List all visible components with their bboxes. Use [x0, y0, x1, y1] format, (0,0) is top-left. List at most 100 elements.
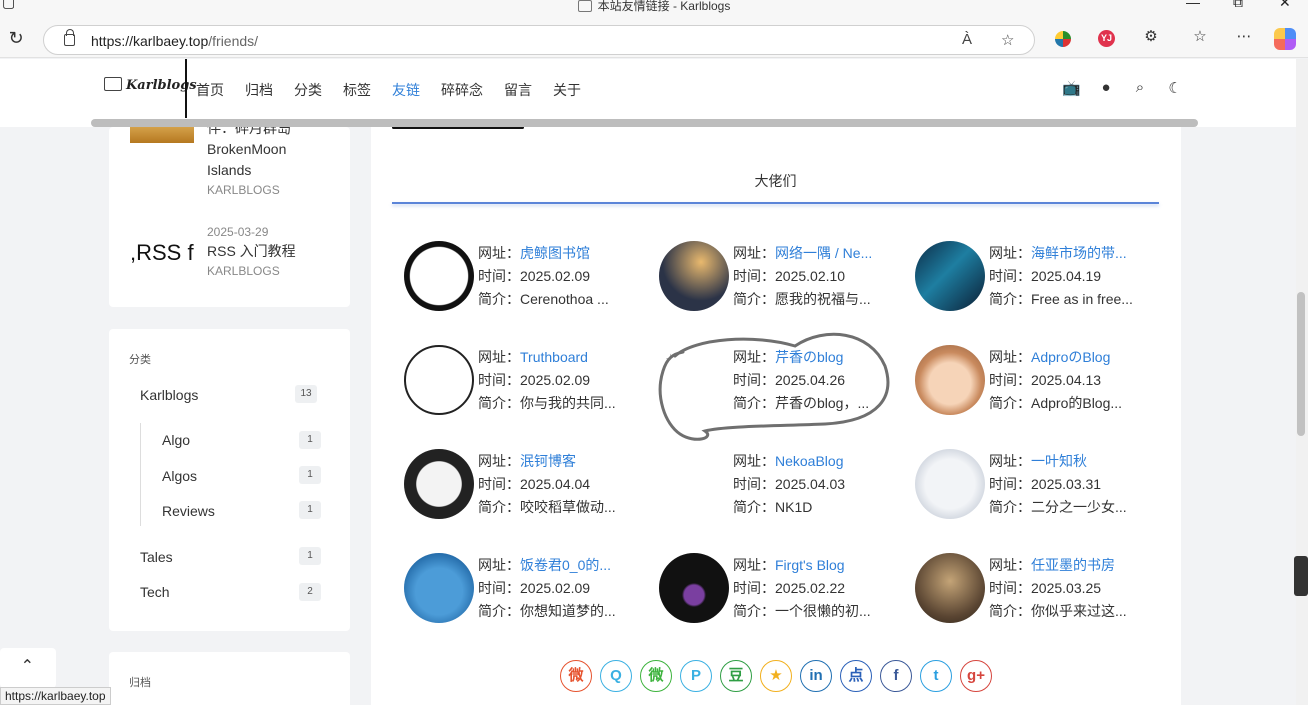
nav-categories[interactable]: 分类: [294, 80, 322, 100]
friend-avatar[interactable]: [915, 553, 985, 623]
friend-avatar[interactable]: [659, 241, 729, 311]
friend-card[interactable]: 网址：海鲜市场的带... 时间：2025.04.19 简介：Free as in f…: [915, 241, 1155, 321]
url-text[interactable]: https://karlbaey.top/friends/: [91, 33, 258, 49]
friend-link[interactable]: 泯钶博客: [520, 453, 576, 469]
favorite-star-icon[interactable]: ☆: [1001, 31, 1014, 49]
share-google-plus-icon[interactable]: g+: [960, 660, 992, 692]
friend-desc-row: 简介：Free as in free...: [989, 288, 1159, 311]
extension-badge-icon[interactable]: YJ: [1098, 30, 1115, 47]
friend-time: 2025.04.26: [775, 372, 846, 388]
category-tech[interactable]: Tech: [140, 584, 170, 600]
back-to-top-button[interactable]: ⌃: [0, 648, 56, 688]
friend-link[interactable]: 虎鲸图书馆: [520, 245, 590, 261]
friend-avatar[interactable]: [404, 449, 474, 519]
category-algos[interactable]: Algos: [162, 468, 197, 484]
dark-mode-moon-icon[interactable]: ☾: [1166, 79, 1184, 97]
category-karlblogs[interactable]: Karlblogs: [140, 387, 198, 403]
share-favorite-icon[interactable]: ★: [760, 660, 792, 692]
share-diandian-icon[interactable]: 点: [840, 660, 872, 692]
nav-about[interactable]: 关于: [553, 80, 581, 100]
friend-avatar[interactable]: [404, 241, 474, 311]
friend-desc-row: 简介：你想知道梦的...: [478, 600, 648, 623]
friend-link[interactable]: 饭卷君0_0的...: [520, 557, 611, 573]
post-thumbnail[interactable]: [130, 127, 194, 143]
friend-card[interactable]: 网址：任亚墨的书房 时间：2025.03.25 简介：你似乎来过这...: [915, 553, 1155, 633]
share-weibo-icon[interactable]: 微: [560, 660, 592, 692]
github-icon[interactable]: ●: [1097, 79, 1115, 96]
friend-link[interactable]: 一叶知秋: [1031, 453, 1087, 469]
nav-tags[interactable]: 标签: [343, 80, 371, 100]
address-bar[interactable]: https://karlbaey.top/friends/ À ☆: [43, 25, 1035, 55]
share-qzone-icon[interactable]: P: [680, 660, 712, 692]
friend-card[interactable]: 网址：网络一隅 / Ne... 时间：2025.02.10 简介：愿我的祝福与...: [659, 241, 899, 321]
friend-desc: 愿我的祝福与...: [775, 291, 871, 307]
nav-messages[interactable]: 留言: [504, 80, 532, 100]
category-count-badge: 1: [299, 547, 321, 565]
lock-icon[interactable]: [64, 29, 75, 46]
bilibili-icon[interactable]: 📺: [1062, 79, 1081, 97]
side-widget-button[interactable]: [1294, 556, 1308, 596]
friend-info: 网址：NekoaBlog 时间：2025.04.03 简介：NK1D: [733, 450, 903, 519]
more-menu-icon[interactable]: ⋯: [1232, 27, 1256, 45]
search-icon[interactable]: ⌕: [1131, 79, 1149, 96]
friend-link[interactable]: AdproのBlog: [1031, 349, 1110, 365]
friend-link[interactable]: Firgt's Blog: [775, 557, 845, 573]
close-icon[interactable]: ✕: [1279, 0, 1291, 11]
category-reviews[interactable]: Reviews: [162, 503, 215, 519]
share-douban-icon[interactable]: 豆: [720, 660, 752, 692]
nav-friends[interactable]: 友链: [392, 80, 420, 100]
friend-card[interactable]: 网址：NekoaBlog 时间：2025.04.03 简介：NK1D: [659, 449, 899, 529]
friend-card[interactable]: 网址：一叶知秋 时间：2025.03.31 简介：二分之一少女...: [915, 449, 1155, 529]
friend-link[interactable]: 芹香のblog: [775, 349, 843, 365]
friend-link[interactable]: 任亚墨的书房: [1031, 557, 1115, 573]
friend-info: 网址：芹香のblog 时间：2025.04.26 简介：芹香のblog，...: [733, 346, 903, 415]
category-algo[interactable]: Algo: [162, 432, 190, 448]
friend-link[interactable]: NekoaBlog: [775, 453, 844, 469]
desc-label: 简介：: [478, 603, 520, 619]
friend-avatar[interactable]: [404, 345, 474, 415]
friend-avatar[interactable]: [659, 553, 729, 623]
friend-card[interactable]: 网址：泯钶博客 时间：2025.04.04 简介：咬咬稻草做动...: [404, 449, 644, 529]
restore-icon[interactable]: ⧉: [1233, 0, 1243, 11]
friend-avatar[interactable]: [915, 345, 985, 415]
friend-link[interactable]: Truthboard: [520, 349, 588, 365]
share-linkedin-icon[interactable]: in: [800, 660, 832, 692]
friend-avatar[interactable]: [404, 553, 474, 623]
reload-icon[interactable]: ↻: [6, 28, 26, 48]
post-thumbnail-text[interactable]: ,RSS fe: [130, 240, 194, 266]
extensions-puzzle-icon[interactable]: ⚙: [1139, 27, 1163, 45]
friend-time-row: 时间：2025.02.09: [478, 265, 648, 288]
post-title-line[interactable]: BrokenMoon: [207, 139, 286, 160]
url-label: 网址：: [733, 557, 775, 573]
friend-card[interactable]: 网址：Firgt's Blog 时间：2025.02.22 简介：一个很懒的初...: [659, 553, 899, 633]
friend-card[interactable]: 网址：AdproのBlog 时间：2025.04.13 简介：Adpro的Blog.…: [915, 345, 1155, 425]
friend-avatar[interactable]: [915, 449, 985, 519]
horizontal-scrollbar[interactable]: [91, 119, 1198, 127]
nav-moments[interactable]: 碎碎念: [441, 80, 483, 100]
share-qq-icon[interactable]: Q: [600, 660, 632, 692]
friend-card[interactable]: 网址：虎鲸图书馆 时间：2025.02.09 简介：Cerenothoa ...: [404, 241, 644, 321]
extension-color-icon[interactable]: [1055, 31, 1071, 47]
share-wechat-icon[interactable]: 微: [640, 660, 672, 692]
friend-link[interactable]: 海鲜市场的带...: [1031, 245, 1127, 261]
nav-home[interactable]: 首页: [196, 80, 224, 100]
share-twitter-icon[interactable]: t: [920, 660, 952, 692]
friend-avatar[interactable]: [659, 449, 729, 519]
category-tales[interactable]: Tales: [140, 549, 173, 565]
favorites-icon[interactable]: ☆: [1188, 27, 1212, 45]
post-title[interactable]: RSS 入门教程: [207, 241, 296, 262]
minimize-icon[interactable]: —: [1186, 0, 1200, 10]
friend-avatar[interactable]: [915, 241, 985, 311]
friend-card[interactable]: 网址：芹香のblog 时间：2025.04.26 简介：芹香のblog，...: [659, 345, 899, 425]
friend-link[interactable]: 网络一隅 / Ne...: [775, 245, 872, 261]
vertical-scrollbar-thumb[interactable]: [1297, 292, 1305, 436]
read-aloud-icon[interactable]: À: [962, 31, 972, 48]
friend-card[interactable]: 网址：Truthboard 时间：2025.02.09 简介：你与我的共同...: [404, 345, 644, 425]
friend-card[interactable]: 网址：饭卷君0_0的... 时间：2025.02.09 简介：你想知道梦的...: [404, 553, 644, 633]
share-facebook-icon[interactable]: f: [880, 660, 912, 692]
site-logo[interactable]: Karlblogs: [104, 77, 197, 93]
nav-archive[interactable]: 归档: [245, 80, 273, 100]
post-title-line[interactable]: Islands: [207, 160, 251, 181]
copilot-icon[interactable]: [1274, 28, 1296, 50]
friend-avatar[interactable]: [659, 345, 729, 415]
